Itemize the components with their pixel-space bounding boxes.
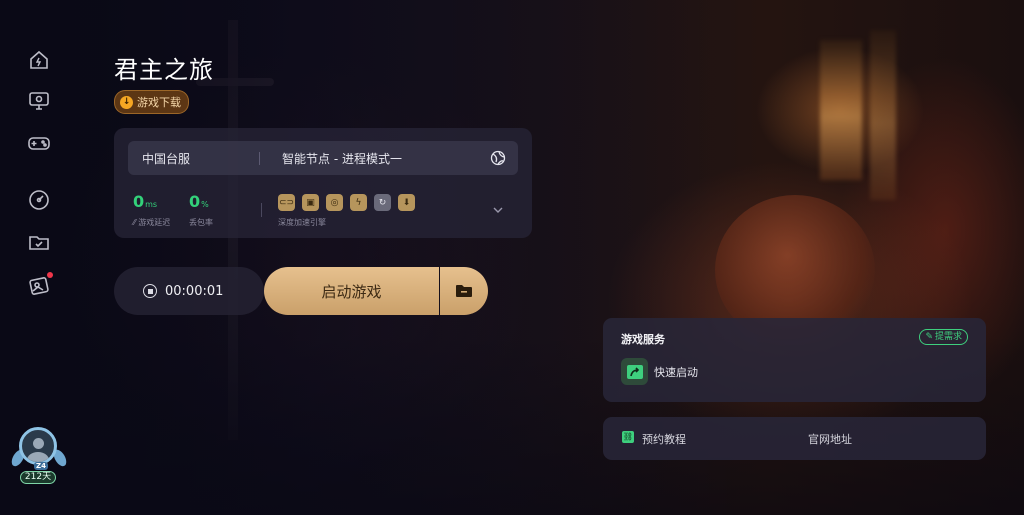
chevron-down-icon[interactable] xyxy=(492,204,504,216)
acceleration-panel: 中国台服 智能节点 - 进程模式一 0ms ⁄⁄ 游戏延迟 0% 丢包率 ⊂⊃ … xyxy=(114,128,532,238)
folder-icon xyxy=(29,236,49,250)
notification-dot xyxy=(47,272,53,278)
quick-start-icon[interactable] xyxy=(621,358,648,385)
gamepad-button[interactable] xyxy=(25,129,53,157)
latency-unit: ms xyxy=(145,200,158,209)
home-button[interactable] xyxy=(25,46,53,74)
service-title: 游戏服务 xyxy=(621,333,665,346)
packet-loss-value: 0% xyxy=(189,192,209,211)
avatar xyxy=(19,427,57,465)
user-avatar-badge[interactable]: Z4 212天 xyxy=(9,427,69,487)
divider xyxy=(259,152,260,165)
folder-icon xyxy=(456,285,472,297)
download-icon[interactable]: ⬇ xyxy=(398,194,415,211)
packet-loss-unit: % xyxy=(201,200,209,209)
latency-label: ⁄⁄ 游戏延迟 xyxy=(133,218,171,227)
monitor-button[interactable] xyxy=(25,87,53,115)
timer-value: 00:00:01 xyxy=(165,283,224,299)
quick-start-label[interactable]: 快速启动 xyxy=(654,364,698,380)
request-feature-button[interactable]: ✎ 提需求 xyxy=(919,329,968,345)
divider xyxy=(261,203,262,217)
request-feature-label: 提需求 xyxy=(934,332,962,342)
engine-label: 深度加速引擎 xyxy=(278,218,326,227)
monitor-icon xyxy=(29,92,49,110)
game-title: 君主之旅 xyxy=(114,56,214,84)
folder-button[interactable] xyxy=(25,228,53,256)
pencil-icon: ✎ xyxy=(925,332,933,342)
game-download-button[interactable]: ↓ 游戏下载 xyxy=(114,90,189,114)
gift-button[interactable] xyxy=(25,271,53,299)
home-icon xyxy=(30,50,48,69)
game-service-card: 游戏服务 ✎ 提需求 快速启动 xyxy=(603,318,986,402)
official-website-link[interactable]: 官网地址 xyxy=(808,431,852,447)
tutorial-link[interactable]: 预约教程 xyxy=(642,431,686,447)
packet-loss-label: 丢包率 xyxy=(189,218,213,227)
bolt-icon[interactable]: ϟ xyxy=(350,194,367,211)
route-icon[interactable]: ◎ xyxy=(326,194,343,211)
engine-icons: ⊂⊃ ▣ ◎ ϟ ↻ ⬇ xyxy=(278,194,415,211)
globe-icon[interactable] xyxy=(490,150,506,166)
latency-value: 0ms xyxy=(133,192,158,211)
refresh-icon[interactable]: ↻ xyxy=(374,194,391,211)
stop-icon[interactable] xyxy=(143,284,157,298)
download-icon: ↓ xyxy=(120,95,133,109)
gamepad-icon xyxy=(28,137,50,150)
link-icon: ⛓ xyxy=(622,431,634,443)
game-download-label: 游戏下载 xyxy=(137,96,181,109)
launch-icon xyxy=(626,364,643,379)
vip-level: Z4 xyxy=(34,462,48,470)
window-icon[interactable]: ▣ xyxy=(302,194,319,211)
server-selector[interactable]: 中国台服 智能节点 - 进程模式一 xyxy=(128,141,518,175)
speedometer-button[interactable] xyxy=(25,186,53,214)
server-region[interactable]: 中国台服 xyxy=(142,150,190,167)
node-mode[interactable]: 智能节点 - 进程模式一 xyxy=(282,150,402,167)
game-folder-button[interactable] xyxy=(440,267,488,315)
speedometer-icon xyxy=(29,190,49,210)
link-icon[interactable]: ⊂⊃ xyxy=(278,194,295,211)
membership-days: 212天 xyxy=(20,471,56,484)
session-timer: 00:00:01 xyxy=(114,267,264,315)
links-card: ⛓ 预约教程 官网地址 xyxy=(603,417,986,460)
sidebar: Z4 212天 xyxy=(0,0,78,515)
start-game-button[interactable]: 启动游戏 xyxy=(264,267,439,315)
